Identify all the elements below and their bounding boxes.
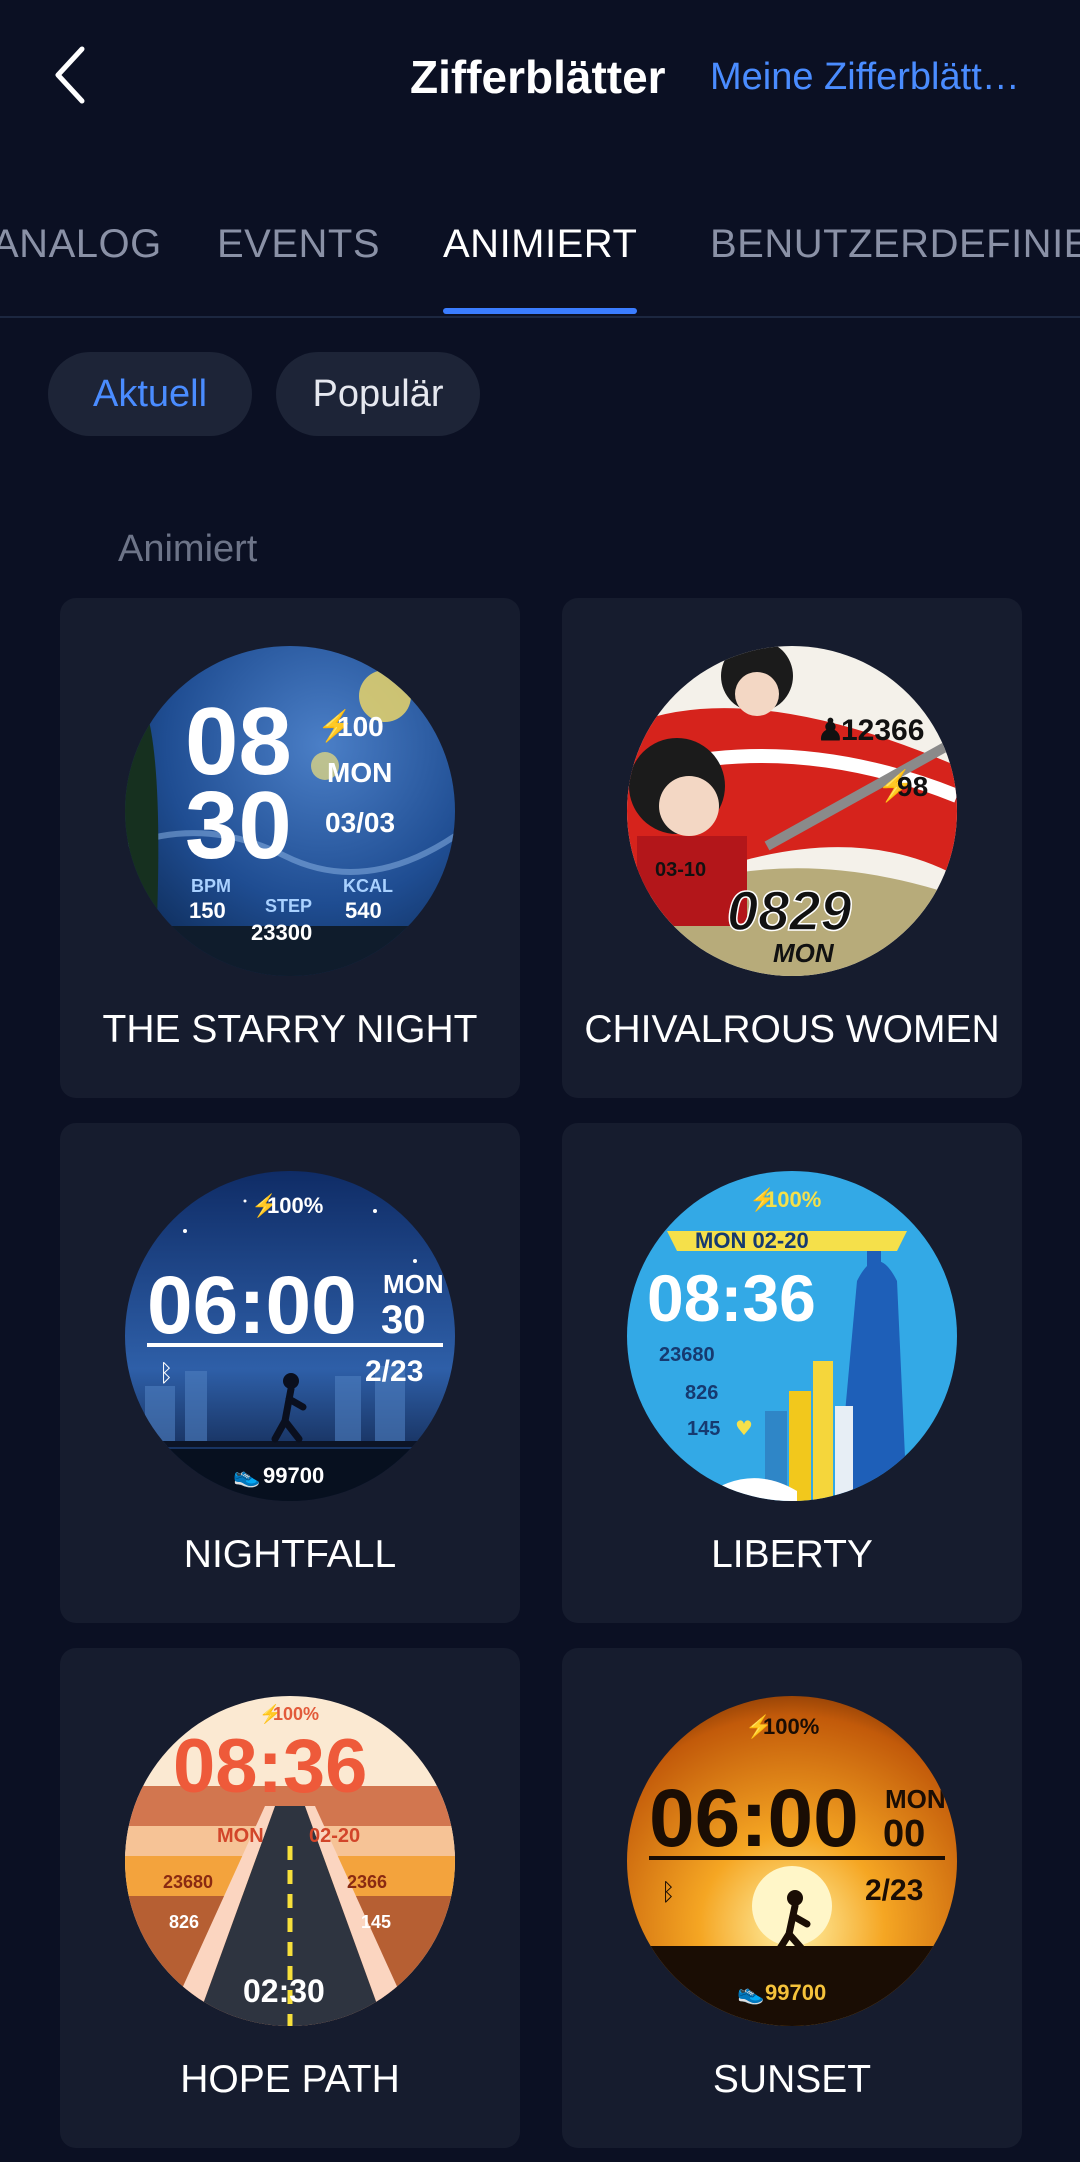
watch-face-preview: ⚡ 100% 08:36 MON 02-20 23680 2366 826 14… (125, 1696, 455, 2026)
tab-custom[interactable]: BENUTZERDEFINIERT (710, 222, 1080, 267)
watch-face-preview: ⚡ 100% MON 02-20 08:36 23680 826 145 ♥ (627, 1171, 957, 1501)
svg-text:♟: ♟ (817, 714, 844, 747)
face-steps: 99700 (263, 1463, 324, 1488)
face-day: 30 (381, 1298, 426, 1342)
watch-face-card[interactable]: ♟ 12366 ⚡ 98 03-10 0829 MON CHIVALROUS W… (562, 598, 1022, 1098)
face-kcal-label: KCAL (343, 876, 393, 896)
watch-face-name: LIBERTY (711, 1533, 873, 1576)
tab-analog[interactable]: ANALOG (0, 222, 162, 267)
watch-face-name: SUNSET (712, 2058, 872, 2101)
face-kcal: 826 (685, 1382, 718, 1404)
face-bpm: 150 (189, 898, 226, 923)
face-bpm: 145 (687, 1418, 720, 1440)
face-kcal: 2366 (347, 1872, 387, 1892)
face-date: 03-10 (655, 859, 706, 881)
face-steps: 23300 (251, 920, 312, 945)
face-day: 00 (883, 1813, 925, 1855)
filter-current-chip[interactable]: Aktuell (48, 352, 252, 436)
face-battery: 100% (765, 1187, 821, 1212)
face-time: 06:00 (147, 1260, 357, 1351)
watch-face-preview: ♟ 12366 ⚡ 98 03-10 0829 MON (627, 646, 957, 976)
active-tab-indicator (443, 308, 637, 314)
back-button[interactable] (40, 40, 100, 110)
face-bpm-label: BPM (191, 876, 231, 896)
face-battery: 100% (267, 1193, 323, 1218)
face-weekday: MON (383, 1269, 444, 1299)
face-date: 2/23 (865, 1874, 923, 1907)
face-date: 03/03 (325, 807, 395, 838)
face-weekday: MON (327, 757, 392, 788)
bluetooth-icon: ᛒ (159, 1359, 173, 1387)
face-bpm: 145 (361, 1912, 391, 1932)
chevron-left-icon (55, 46, 85, 104)
page-title: Zifferblätter (410, 51, 666, 103)
tab-events[interactable]: EVENTS (217, 222, 380, 267)
watch-face-preview: ⚡ 100% 06:00 MON 30 ᛒ 2/23 👟 99700 (125, 1171, 455, 1501)
category-tabs: ANALOG EVENTS ANIMIERT BENUTZERDEFINIERT (0, 200, 1080, 318)
heart-icon: ♥ (735, 1416, 753, 1440)
face-weekday: MON (773, 938, 835, 968)
filter-popular-chip[interactable]: Populär (276, 352, 480, 436)
watch-face-name: NIGHTFALL (183, 1533, 397, 1576)
svg-text:👟: 👟 (737, 1980, 764, 2006)
face-distance: 826 (169, 1912, 199, 1932)
face-date: 2/23 (365, 1355, 423, 1388)
watch-face-preview: ⚡ 100% 06:00 MON 00 ᛒ 2/23 👟 99700 (627, 1696, 957, 2026)
tab-animated[interactable]: ANIMIERT (443, 222, 637, 267)
watch-face-name: CHIVALROUS WOMEN (584, 1008, 1000, 1051)
watch-face-preview: 08 30 ⚡ 100 MON 03/03 BPM 150 STEP 23300… (125, 646, 455, 976)
face-weekday: MON (885, 1784, 946, 1814)
face-kcal: 540 (345, 898, 382, 923)
face-battery: 98 (897, 771, 928, 802)
face-battery: 100% (273, 1704, 319, 1724)
watch-face-name: HOPE PATH (180, 2058, 400, 2101)
my-watch-faces-link[interactable]: Meine Zifferblätt… (710, 56, 1080, 99)
section-title: Animiert (118, 528, 258, 570)
watch-face-name: THE STARRY NIGHT (102, 1008, 478, 1051)
watch-face-card[interactable]: ⚡ 100% 08:36 MON 02-20 23680 2366 826 14… (60, 1648, 520, 2148)
face-time: 08:36 (173, 1724, 367, 1809)
face-battery: 100 (337, 711, 384, 742)
face-date: MON 02-20 (695, 1228, 809, 1253)
header: Zifferblätter Meine Zifferblätt… (0, 0, 1080, 160)
face-seconds: 02:30 (243, 1973, 325, 2009)
watch-face-card[interactable]: ⚡ 100% 06:00 MON 00 ᛒ 2/23 👟 99700 SUNSE… (562, 1648, 1022, 2148)
face-battery: 100% (763, 1714, 819, 1739)
bluetooth-icon: ᛒ (661, 1878, 675, 1906)
face-time: 08:36 (647, 1261, 816, 1335)
face-time: 06:00 (649, 1773, 859, 1864)
watch-face-card[interactable]: 08 30 ⚡ 100 MON 03/03 BPM 150 STEP 23300… (60, 598, 520, 1098)
face-time: 0829 (727, 879, 852, 942)
face-steps: 99700 (765, 1980, 826, 2005)
face-step-label: STEP (265, 896, 312, 916)
face-steps: 23680 (163, 1872, 213, 1892)
face-date: 02-20 (309, 1825, 360, 1847)
face-minute: 30 (185, 772, 292, 879)
face-steps: 12366 (841, 714, 924, 747)
watch-face-card[interactable]: ⚡ 100% MON 02-20 08:36 23680 826 145 ♥ L… (562, 1123, 1022, 1623)
face-weekday: MON (217, 1825, 264, 1847)
svg-text:👟: 👟 (233, 1463, 260, 1489)
face-steps: 23680 (659, 1344, 715, 1366)
watch-face-card[interactable]: ⚡ 100% 06:00 MON 30 ᛒ 2/23 👟 99700 NIGHT… (60, 1123, 520, 1623)
